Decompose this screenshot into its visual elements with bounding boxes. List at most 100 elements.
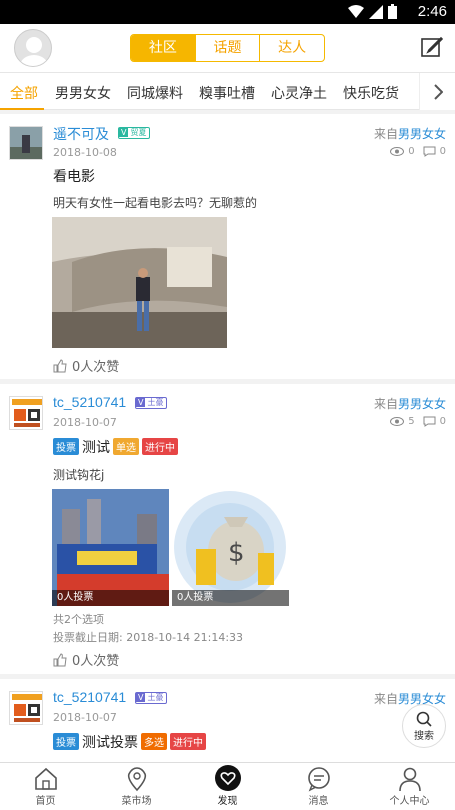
nav-market[interactable]: 菜市场 — [91, 763, 182, 810]
nav-messages-label: 消息 — [308, 796, 329, 807]
like-count: 0人次赞 — [72, 654, 120, 669]
post-source: 来自男男女女 — [374, 395, 446, 412]
tab-men-women[interactable]: 男男女女 — [55, 83, 111, 103]
feed-post[interactable]: tc_5210741 V 土豪 来自男男女女 2018-10-07 投票 测试投票多… — [0, 679, 455, 762]
user-level-badge: V 土豪 — [135, 397, 168, 409]
eye-icon — [390, 147, 405, 156]
vote-header: 投票 测试投票 多选 进行中 — [53, 731, 209, 752]
view-count: 0 — [408, 146, 415, 157]
source-prefix: 来自 — [373, 397, 398, 411]
search-icon — [416, 711, 432, 727]
qr-avatar-icon — [12, 694, 42, 722]
comment-icon — [423, 416, 436, 427]
compose-icon[interactable] — [421, 36, 444, 62]
post-body: 测试钩花j — [53, 468, 105, 482]
post-source: 来自男男女女 — [374, 125, 446, 142]
feed-post[interactable]: tc_5210741 V 土豪 来自男男女女 2018-10-07 5 0 投票测… — [0, 384, 455, 674]
like-button[interactable]: 0人次赞 — [53, 650, 119, 669]
like-count: 0人次赞 — [72, 360, 120, 375]
active-tab-indicator — [0, 108, 44, 110]
source-prefix: 来自 — [373, 127, 398, 141]
money-bag-image: $ — [174, 491, 286, 603]
status-bar: 2:46 — [0, 0, 455, 24]
nav-discover[interactable]: 发现 — [182, 763, 273, 810]
battery-icon — [388, 4, 397, 19]
feed-post[interactable]: 遥不可及 V 贸夏 来自男男女女 2018-10-08 0 0 看电影 明天有女性… — [0, 114, 455, 379]
like-button[interactable]: 0人次赞 — [53, 356, 119, 375]
author-name[interactable]: 遥不可及 — [53, 124, 109, 144]
post-image[interactable] — [52, 217, 227, 348]
post-source: 来自男男女女 — [374, 690, 446, 707]
tab-soul[interactable]: 心灵净土 — [271, 83, 327, 103]
in-progress-tag: 进行中 — [170, 733, 206, 750]
svg-text:$: $ — [228, 538, 245, 568]
top-bar: 社区 话题 达人 — [0, 24, 455, 72]
community-segment-control: 社区 话题 达人 — [130, 34, 325, 62]
vote-deadline: 投票截止日期: 2018-10-14 21:14:33 — [53, 631, 244, 644]
nav-home-label: 首页 — [35, 796, 56, 807]
author-name[interactable]: tc_5210741 — [53, 689, 126, 705]
home-icon — [34, 767, 57, 790]
segment-topics[interactable]: 话题 — [196, 35, 261, 61]
post-body: 明天有女性一起看电影去吗？无聊惹的 — [53, 196, 258, 210]
comment-count: 0 — [439, 416, 446, 427]
message-icon — [307, 767, 330, 792]
nav-profile[interactable]: 个人中心 — [364, 763, 455, 810]
badge-label: 贸夏 — [130, 128, 147, 137]
vote-option-1[interactable]: 0人投票 — [52, 489, 169, 606]
vote-option-2[interactable]: $ 0人投票 — [172, 489, 289, 606]
thumbs-up-icon — [53, 358, 67, 372]
vote-title: 测试 — [82, 439, 110, 456]
location-pin-icon — [127, 767, 146, 792]
post-date: 2018-10-08 — [53, 146, 117, 159]
post-date: 2018-10-07 — [53, 711, 117, 724]
tab-funny[interactable]: 糗事吐槽 — [199, 83, 255, 103]
author-avatar[interactable] — [9, 396, 43, 430]
post-date: 2018-10-07 — [53, 416, 117, 429]
segment-community[interactable]: 社区 — [131, 35, 196, 61]
single-choice-tag: 单选 — [113, 438, 139, 455]
badge-label: 土豪 — [147, 693, 164, 702]
bottom-navigation: 首页 菜市场 发现 消息 个人中心 — [0, 762, 455, 810]
wifi-icon — [348, 4, 364, 18]
source-prefix: 来自 — [373, 692, 398, 706]
vote-tag: 投票 — [53, 438, 79, 455]
vote-option-caption: 0人投票 — [172, 590, 289, 606]
tabs-more-button[interactable] — [419, 73, 455, 110]
user-level-badge: V 土豪 — [135, 692, 168, 704]
category-tabs: 全部 男男女女 同城爆料 糗事吐槽 心灵净土 快乐吃货 — [0, 72, 455, 110]
signal-icon — [369, 4, 383, 19]
search-fab[interactable]: 搜索 — [402, 704, 446, 748]
vote-option-caption: 0人投票 — [52, 590, 169, 606]
thumbs-up-icon — [53, 652, 67, 666]
eye-icon — [390, 417, 405, 426]
user-level-badge: V 贸夏 — [118, 127, 151, 139]
tab-foodie[interactable]: 快乐吃货 — [343, 83, 399, 103]
in-progress-tag: 进行中 — [142, 438, 178, 455]
post-title: 看电影 — [53, 169, 95, 185]
author-name[interactable]: tc_5210741 — [53, 394, 126, 410]
discover-heart-icon — [214, 765, 241, 791]
event-stage-photo — [52, 489, 169, 606]
author-avatar[interactable] — [9, 691, 43, 725]
post-stats: 5 0 — [390, 416, 446, 427]
search-fab-label: 搜索 — [414, 730, 434, 742]
source-category[interactable]: 男男女女 — [398, 397, 446, 411]
nav-discover-label: 发现 — [217, 796, 238, 807]
chevron-right-icon — [433, 83, 443, 100]
author-avatar[interactable] — [9, 126, 43, 160]
segment-experts[interactable]: 达人 — [260, 35, 324, 61]
status-icons — [348, 4, 397, 19]
qr-avatar-icon — [12, 399, 42, 427]
user-avatar[interactable] — [14, 29, 52, 67]
clock: 2:46 — [417, 3, 447, 20]
tab-all[interactable]: 全部 — [10, 83, 38, 103]
nav-home[interactable]: 首页 — [0, 763, 91, 810]
vote-option-count: 共2个选项 — [53, 613, 104, 626]
vote-header: 投票 测试 单选 进行中 — [53, 436, 181, 457]
source-category[interactable]: 男男女女 — [398, 127, 446, 141]
museum-photo — [52, 217, 227, 348]
tab-local-news[interactable]: 同城爆料 — [127, 83, 183, 103]
nav-messages[interactable]: 消息 — [273, 763, 364, 810]
author-avatar-photo — [10, 127, 42, 159]
